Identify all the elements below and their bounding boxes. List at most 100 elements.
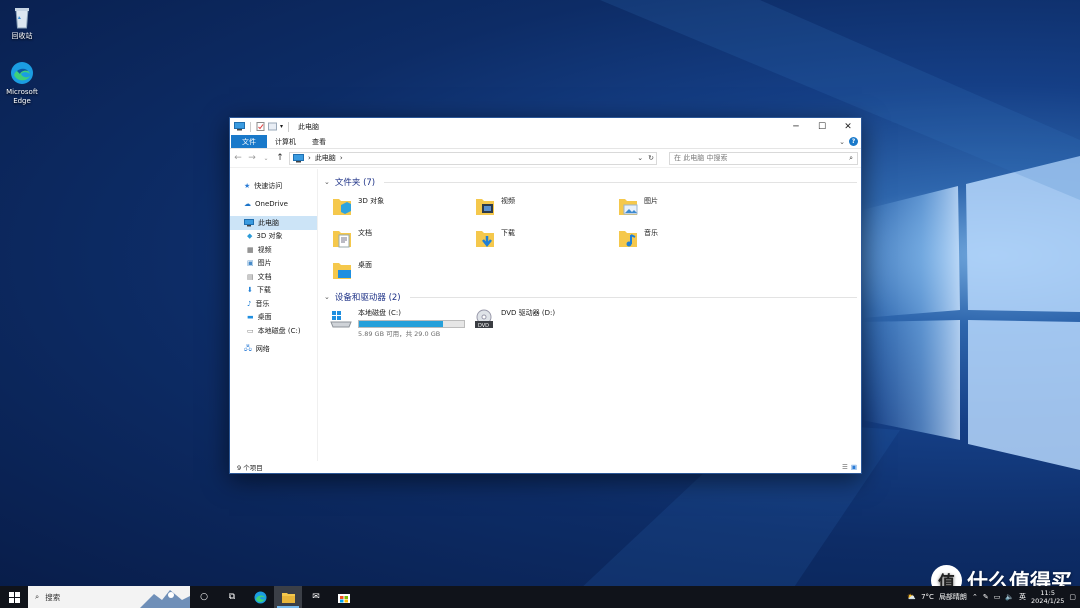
- weather-icon[interactable]: ⛅: [907, 593, 916, 601]
- nav-this-pc[interactable]: 此电脑: [230, 216, 317, 230]
- edge-desktop-icon[interactable]: Microsoft Edge: [0, 61, 44, 106]
- taskbar-edge[interactable]: [246, 586, 274, 608]
- up-arrow-icon[interactable]: ↑: [275, 153, 285, 163]
- folder-pictures[interactable]: 图片: [618, 192, 761, 224]
- pen-icon[interactable]: ✎: [983, 593, 989, 601]
- collapse-chevron-icon[interactable]: ⌄: [324, 293, 330, 301]
- folder-music[interactable]: 音乐: [618, 224, 761, 256]
- network-icon[interactable]: ▭: [994, 593, 1001, 601]
- windows-drive-icon: [330, 311, 352, 328]
- quick-access-toolbar: ▾ 此电脑: [230, 121, 320, 132]
- network-icon: 🖧: [244, 343, 252, 352]
- window-title: 此电脑: [298, 122, 320, 131]
- minimize-button[interactable]: ─: [783, 118, 809, 135]
- folder-pictures-icon: [619, 199, 638, 215]
- nav-music[interactable]: ♪ 音乐: [230, 297, 317, 311]
- folder-documents[interactable]: 文档: [332, 224, 475, 256]
- drive-d[interactable]: DVD DVD 驱动器 (D:): [473, 307, 616, 339]
- clock-time: 11:5: [1040, 589, 1055, 597]
- maximize-button[interactable]: ☐: [809, 118, 835, 135]
- file-explorer-icon: [281, 592, 295, 603]
- weather-text[interactable]: 局部晴朗: [939, 592, 967, 602]
- nav-pictures[interactable]: ▣ 图片: [230, 257, 317, 271]
- system-tray: ⛅ 7°C 局部晴朗 ⌃ ✎ ▭ 🔈 英 11:5 2024/1/25 ▢: [907, 586, 1080, 608]
- store-icon: [338, 594, 350, 603]
- start-button[interactable]: [0, 586, 28, 608]
- nav-quick-access[interactable]: ★ 快速访问: [230, 179, 317, 193]
- drive-c[interactable]: 本地磁盘 (C:) 5.89 GB 可用，共 29.0 GB: [330, 307, 473, 339]
- search-highlight-icon: [140, 590, 190, 608]
- title-bar[interactable]: ▾ 此电脑 ─ ☐ ✕: [230, 118, 861, 135]
- folder-videos[interactable]: 视频: [475, 192, 618, 224]
- status-bar: 9 个项目 ☰ ▣: [230, 461, 861, 473]
- breadcrumb[interactable]: 此电脑: [315, 153, 336, 163]
- svg-text:DVD: DVD: [478, 323, 489, 329]
- large-icons-view-icon[interactable]: ▣: [851, 463, 857, 471]
- taskbar-search-box[interactable]: ⌕ 搜索: [28, 586, 190, 608]
- windows-logo-icon: [8, 591, 20, 603]
- nav-network[interactable]: 🖧 网络: [230, 343, 317, 357]
- tab-file[interactable]: 文件: [231, 135, 267, 148]
- search-input[interactable]: 在 此电脑 中搜索 ⌕: [669, 151, 858, 165]
- help-icon[interactable]: ?: [849, 137, 858, 146]
- nav-onedrive[interactable]: ☁ OneDrive: [230, 198, 317, 212]
- taskbar-store[interactable]: [330, 586, 358, 608]
- back-arrow-icon[interactable]: ←: [233, 153, 243, 163]
- taskbar: ⌕ 搜索 ○ ⧉ ✉ ⛅ 7°C 局部晴朗 ⌃ ✎ ▭ 🔈 英 11:5 202…: [0, 586, 1080, 608]
- address-dropdown-icon[interactable]: ⌄: [637, 154, 643, 162]
- properties-icon[interactable]: [256, 122, 265, 131]
- drive-c-usage-fill: [359, 321, 443, 327]
- search-icon: ⌕: [849, 153, 853, 162]
- folder-videos-icon: [476, 199, 494, 215]
- clock[interactable]: 11:5 2024/1/25: [1031, 589, 1064, 605]
- cortana-circle-icon: ○: [200, 592, 208, 602]
- address-bar-row: ← → ⌄ ↑ › 此电脑 › ⌄ ↻ 在 此电脑 中搜索 ⌕: [230, 149, 861, 168]
- show-hidden-icons-icon[interactable]: ⌃: [972, 593, 978, 601]
- nav-local-disk[interactable]: ▭ 本地磁盘 (C:): [230, 324, 317, 338]
- folders-group-header[interactable]: ⌄ 文件夹 (7): [322, 175, 857, 189]
- nav-downloads[interactable]: ⬇ 下载: [230, 284, 317, 298]
- nav-videos[interactable]: ▦ 视频: [230, 243, 317, 257]
- refresh-icon[interactable]: ↻: [648, 154, 654, 162]
- tab-view[interactable]: 查看: [304, 135, 334, 148]
- drive-d-name: DVD 驱动器 (D:): [501, 309, 556, 317]
- taskbar-file-explorer[interactable]: [274, 586, 302, 608]
- breadcrumb-separator-icon[interactable]: ›: [308, 154, 311, 162]
- edge-icon: [254, 591, 266, 603]
- task-view-button[interactable]: ⧉: [218, 586, 246, 608]
- folder-downloads[interactable]: 下载: [475, 224, 618, 256]
- nav-3d-objects[interactable]: ◆ 3D 对象: [230, 230, 317, 244]
- devices-group-header[interactable]: ⌄ 设备和驱动器 (2): [322, 290, 857, 304]
- breadcrumb-separator-icon[interactable]: ›: [340, 154, 343, 162]
- music-icon: ♪: [247, 299, 252, 308]
- forward-arrow-icon[interactable]: →: [247, 153, 257, 163]
- nav-desktop[interactable]: ▬ 桌面: [230, 311, 317, 325]
- volume-icon[interactable]: 🔈: [1005, 593, 1014, 601]
- folder-3d-objects-icon: [333, 199, 351, 215]
- drive-c-usage-bar: [358, 320, 465, 328]
- recent-locations-icon[interactable]: ⌄: [261, 155, 271, 162]
- recycle-bin-desktop-icon[interactable]: 回收站: [0, 5, 44, 41]
- cloud-icon: ☁: [244, 200, 251, 209]
- folder-desktop[interactable]: 桌面: [332, 256, 475, 288]
- notification-icon[interactable]: ▢: [1069, 593, 1076, 601]
- new-folder-icon[interactable]: [268, 122, 277, 131]
- close-button[interactable]: ✕: [835, 118, 861, 135]
- picture-icon: ▣: [247, 259, 254, 268]
- weather-temp[interactable]: 7°C: [921, 593, 934, 601]
- qat-dropdown-icon[interactable]: ▾: [280, 123, 283, 130]
- address-bar[interactable]: › 此电脑 › ⌄ ↻: [289, 151, 657, 165]
- file-explorer-window[interactable]: ▾ 此电脑 ─ ☐ ✕ 文件 计算机 查看 ⌄ ? ← → ⌄ ↑ › 此电脑 …: [229, 117, 862, 474]
- nav-documents[interactable]: ▤ 文档: [230, 270, 317, 284]
- ime-indicator[interactable]: 英: [1019, 592, 1026, 602]
- edge-icon: [10, 61, 34, 85]
- collapse-chevron-icon[interactable]: ⌄: [324, 178, 330, 186]
- tab-computer[interactable]: 计算机: [267, 135, 304, 148]
- details-view-icon[interactable]: ☰: [842, 463, 848, 471]
- folder-3d-objects[interactable]: 3D 对象: [332, 192, 475, 224]
- recycle-bin-icon: [10, 5, 34, 29]
- cortana-button[interactable]: ○: [190, 586, 218, 608]
- taskbar-mail[interactable]: ✉: [302, 586, 330, 608]
- expand-ribbon-icon[interactable]: ⌄: [839, 138, 845, 146]
- navigation-pane: ★ 快速访问 ☁ OneDrive 此电脑 ◆ 3D 对象 ▦ 视频 ▣ 图片 ▤ 文档…: [230, 169, 318, 461]
